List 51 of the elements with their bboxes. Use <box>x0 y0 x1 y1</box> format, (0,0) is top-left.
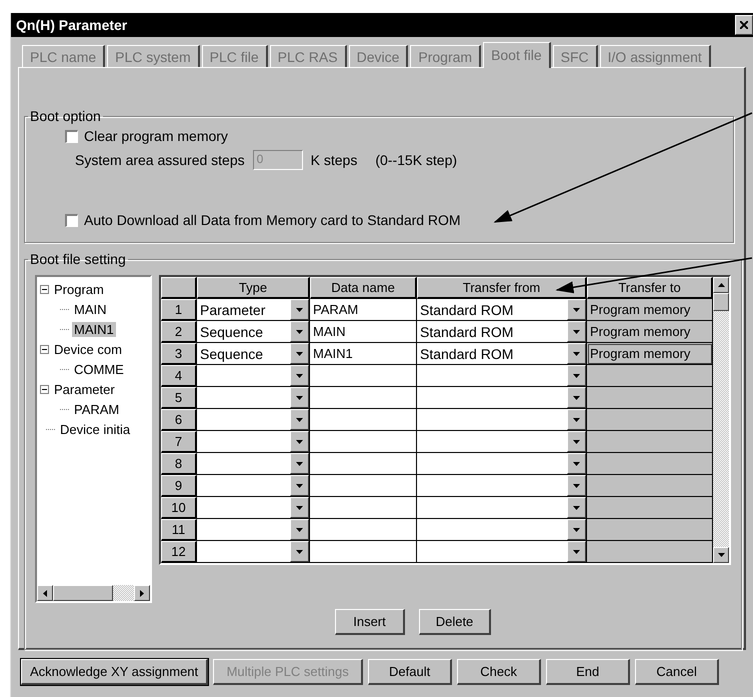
column-header: Transfer from <box>417 277 587 299</box>
table-cell: Program memory <box>587 343 713 365</box>
row-number: 6 <box>161 409 197 431</box>
tree-item[interactable]: Device initia <box>58 422 132 436</box>
tree-item[interactable]: PARAM <box>72 402 122 416</box>
unit-label: K steps <box>310 152 358 168</box>
column-header: Data name <box>310 277 417 299</box>
source-dropdown[interactable]: Standard ROM <box>417 343 587 365</box>
row-number: 3 <box>161 343 197 365</box>
dialog-button[interactable]: Default <box>368 659 452 685</box>
row-number: 4 <box>161 365 197 387</box>
row-number: 11 <box>161 519 197 541</box>
checkbox-label: Clear program memory <box>84 128 228 144</box>
checkbox-label: Auto Download all Data from Memory card to Standard ROM <box>84 212 461 228</box>
column-header: Type <box>197 277 310 299</box>
tree-item[interactable]: Parameter <box>52 382 117 396</box>
tree-item[interactable]: Program <box>52 282 106 296</box>
row-number: 9 <box>161 475 197 497</box>
tree-item[interactable]: MAIN <box>72 302 108 316</box>
row-number: 2 <box>161 321 197 343</box>
table-cell: Program memory <box>587 299 713 321</box>
column-header: Transfer to <box>587 277 713 299</box>
dialog-button[interactable]: Acknowledge XY assignment <box>21 659 208 685</box>
tree-item[interactable]: MAIN1 <box>72 322 116 336</box>
table-action-button[interactable]: Delete <box>419 609 491 635</box>
table-action-button[interactable]: Insert <box>335 609 405 635</box>
field-label: System area assured steps <box>75 152 245 168</box>
source-dropdown[interactable]: Standard ROM <box>417 299 587 321</box>
dialog-button[interactable]: Cancel <box>635 659 720 685</box>
dialog-button[interactable]: Check <box>457 659 542 685</box>
table-cell: MAIN <box>310 321 417 343</box>
group-title: Boot file setting <box>29 251 127 267</box>
type-dropdown[interactable]: Sequence <box>197 343 310 365</box>
range-hint: (0--15K step) <box>375 152 458 168</box>
tree-item[interactable]: COMME <box>72 362 126 376</box>
type-dropdown[interactable]: Parameter <box>197 299 310 321</box>
type-dropdown[interactable]: Sequence <box>197 321 310 343</box>
table-cell: PARAM <box>310 299 417 321</box>
row-number: 7 <box>161 431 197 453</box>
table-cell: MAIN1 <box>310 343 417 365</box>
row-number: 12 <box>161 541 197 563</box>
row-number: 10 <box>161 497 197 519</box>
window-title: Qn(H) Parameter <box>16 17 128 33</box>
table-cell: Program memory <box>587 321 713 343</box>
source-dropdown[interactable]: Standard ROM <box>417 321 587 343</box>
row-number: 5 <box>161 387 197 409</box>
tree-item[interactable]: Device com <box>52 342 124 356</box>
group-title: Boot option <box>29 108 102 124</box>
dialog-button[interactable]: End <box>546 659 630 685</box>
row-number: 8 <box>161 453 197 475</box>
row-number: 1 <box>161 299 197 321</box>
